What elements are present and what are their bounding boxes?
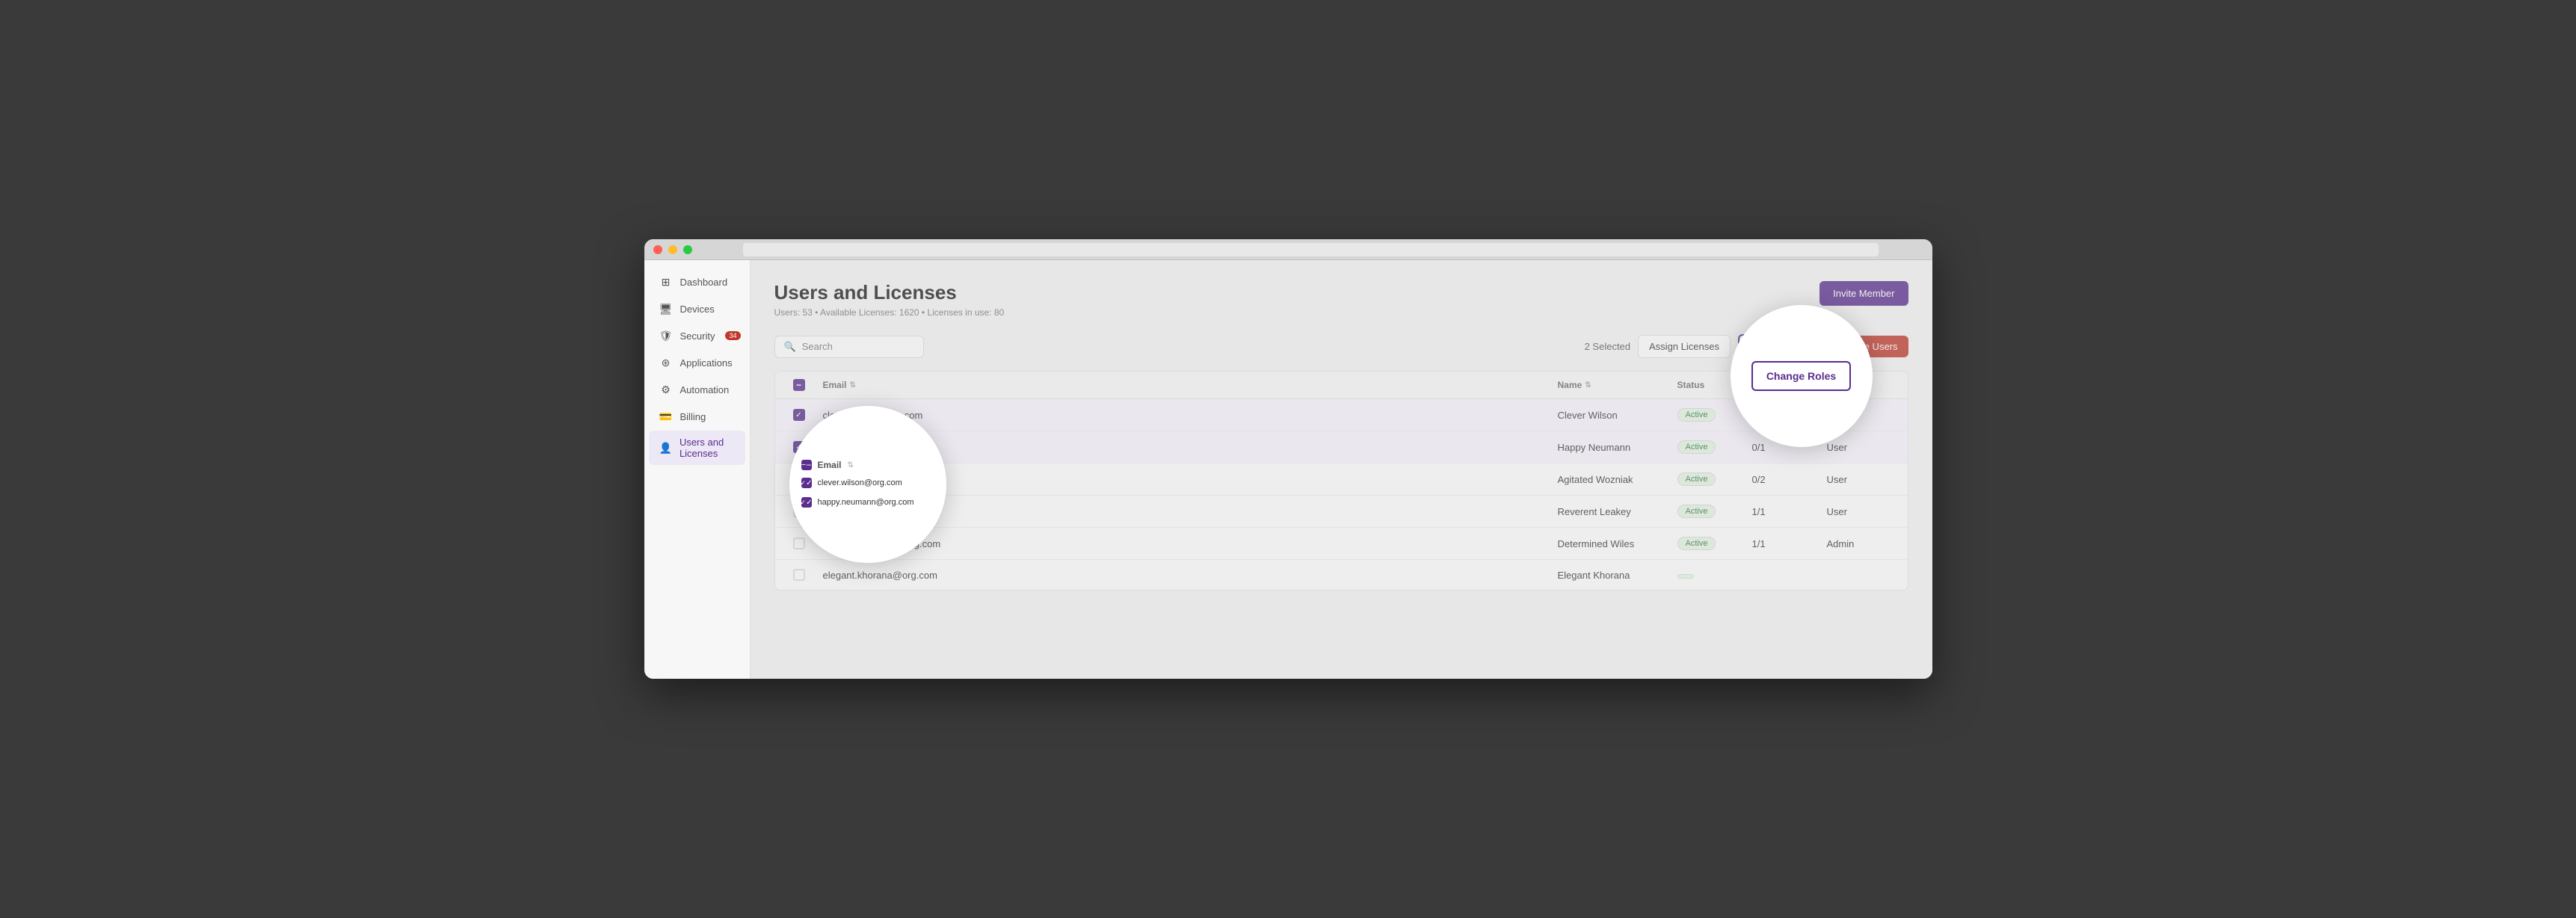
status-badge: Active bbox=[1677, 472, 1716, 486]
status-badge: Active bbox=[1677, 505, 1716, 518]
td-status: Active bbox=[1671, 496, 1746, 527]
close-button[interactable] bbox=[653, 245, 662, 254]
th-name: Name ⇅ bbox=[1552, 372, 1671, 398]
td-licenses bbox=[1746, 566, 1821, 584]
page-header: Users and Licenses Users: 53 • Available… bbox=[774, 281, 1908, 318]
td-checkbox[interactable] bbox=[787, 400, 817, 430]
spotlight-email-1: clever.wilson@org.com bbox=[818, 478, 902, 487]
select-all-checkbox[interactable] bbox=[793, 379, 805, 391]
td-name: Clever Wilson bbox=[1552, 401, 1671, 430]
td-role: User bbox=[1821, 497, 1896, 526]
sidebar-item-label: Applications bbox=[680, 357, 733, 369]
status-badge: Active bbox=[1677, 408, 1716, 422]
name-sort-icon[interactable]: ⇅ bbox=[1585, 381, 1591, 389]
td-name: Happy Neumann bbox=[1552, 433, 1671, 462]
td-name: Elegant Khorana bbox=[1552, 561, 1671, 590]
spotlight-sort-arrows: ⇅ bbox=[848, 461, 854, 469]
table-row: elegant.khorana@org.com Elegant Khorana bbox=[775, 560, 1908, 590]
sidebar-item-label: Users and Licenses bbox=[680, 437, 735, 459]
page-title: Users and Licenses bbox=[774, 281, 1005, 304]
sidebar-item-label: Security bbox=[680, 330, 715, 342]
selected-count: 2 Selected bbox=[1585, 341, 1630, 352]
sidebar-item-applications[interactable]: ⊛ Applications bbox=[649, 350, 745, 375]
spotlight-left: − Email ⇅ ✓ clever.wilson@org.com ✓ happ… bbox=[789, 406, 946, 563]
table-row: happy.neumann@org.com Happy Neumann Acti… bbox=[775, 431, 1908, 463]
td-status bbox=[1671, 561, 1746, 590]
status-badge: Active bbox=[1677, 440, 1716, 454]
td-role: Admin bbox=[1821, 529, 1896, 558]
td-licenses: 0/2 bbox=[1746, 465, 1821, 494]
status-badge: Active bbox=[1677, 537, 1716, 550]
th-email: Email ⇅ bbox=[817, 372, 1552, 398]
page-title-area: Users and Licenses Users: 53 • Available… bbox=[774, 281, 1005, 318]
assign-licenses-button[interactable]: Assign Licenses bbox=[1638, 335, 1731, 358]
app-body: ⊞ Dashboard 🖥 Devices 🛡 Security 34 ⊛ Ap… bbox=[644, 260, 1932, 679]
table-row: determined.wiles@org.com Determined Wile… bbox=[775, 528, 1908, 560]
td-licenses: 1/1 bbox=[1746, 497, 1821, 526]
search-input[interactable] bbox=[802, 341, 914, 352]
maximize-button[interactable] bbox=[683, 245, 692, 254]
spotlight-right: Change Roles bbox=[1731, 305, 1873, 447]
td-status: Active bbox=[1671, 399, 1746, 431]
sidebar-item-label: Billing bbox=[680, 411, 706, 422]
row-checkbox[interactable] bbox=[793, 569, 805, 581]
invite-member-button[interactable]: Invite Member bbox=[1819, 281, 1908, 306]
spotlight-indeterminate-checkbox[interactable]: − bbox=[801, 460, 812, 470]
sidebar-item-automation[interactable]: ⚙ Automation bbox=[649, 377, 745, 402]
sidebar-item-dashboard[interactable]: ⊞ Dashboard bbox=[649, 269, 745, 295]
spotlight-email-2: happy.neumann@org.com bbox=[818, 498, 914, 507]
row-checkbox[interactable] bbox=[793, 537, 805, 549]
sidebar-item-security[interactable]: 🛡 Security 34 bbox=[649, 323, 745, 348]
sidebar-item-label: Automation bbox=[680, 384, 730, 395]
minimize-button[interactable] bbox=[668, 245, 677, 254]
status-badge bbox=[1677, 574, 1694, 579]
search-icon: 🔍 bbox=[784, 341, 796, 353]
sidebar-item-label: Devices bbox=[680, 304, 715, 315]
td-role: User bbox=[1821, 465, 1896, 494]
td-email: clever.wilson@org.com bbox=[817, 401, 1552, 430]
td-checkbox[interactable] bbox=[787, 560, 817, 590]
page-subtitle: Users: 53 • Available Licenses: 1620 • L… bbox=[774, 307, 1005, 318]
spotlight-email-label: Email bbox=[818, 460, 842, 470]
email-sort-icon[interactable]: ⇅ bbox=[850, 381, 856, 389]
titlebar bbox=[644, 239, 1932, 260]
td-name: Agitated Wozniak bbox=[1552, 465, 1671, 494]
td-role bbox=[1821, 566, 1896, 584]
sidebar-item-users[interactable]: 👤 Users and Licenses bbox=[649, 431, 745, 465]
td-name: Reverent Leakey bbox=[1552, 497, 1671, 526]
dashboard-icon: ⊞ bbox=[659, 275, 673, 289]
td-status: Active bbox=[1671, 431, 1746, 463]
app-window: ⊞ Dashboard 🖥 Devices 🛡 Security 34 ⊛ Ap… bbox=[644, 239, 1932, 679]
users-icon: 👤 bbox=[659, 441, 672, 455]
row-checkbox[interactable] bbox=[793, 409, 805, 421]
td-email: elegant.khorana@org.com bbox=[817, 561, 1552, 590]
applications-icon: ⊛ bbox=[659, 356, 673, 369]
devices-icon: 🖥 bbox=[659, 302, 673, 315]
td-name: Determined Wiles bbox=[1552, 529, 1671, 558]
th-status-label: Status bbox=[1677, 380, 1705, 390]
th-name-label: Name bbox=[1558, 380, 1583, 390]
security-badge: 34 bbox=[725, 331, 740, 340]
security-icon: 🛡 bbox=[659, 329, 673, 342]
spotlight-row2-checkbox[interactable]: ✓ bbox=[801, 497, 812, 508]
td-status: Active bbox=[1671, 463, 1746, 495]
spotlight-change-roles-button[interactable]: Change Roles bbox=[1751, 361, 1851, 391]
sidebar: ⊞ Dashboard 🖥 Devices 🛡 Security 34 ⊛ Ap… bbox=[644, 260, 751, 679]
sidebar-item-devices[interactable]: 🖥 Devices bbox=[649, 296, 745, 321]
url-bar[interactable] bbox=[743, 243, 1879, 256]
td-status: Active bbox=[1671, 528, 1746, 559]
automation-icon: ⚙ bbox=[659, 383, 673, 396]
main-content: Users and Licenses Users: 53 • Available… bbox=[751, 260, 1932, 679]
th-checkbox bbox=[787, 372, 817, 398]
sidebar-item-label: Dashboard bbox=[680, 277, 728, 288]
search-box[interactable]: 🔍 bbox=[774, 336, 924, 358]
td-licenses: 1/1 bbox=[1746, 529, 1821, 558]
sidebar-item-billing[interactable]: 💳 Billing bbox=[649, 404, 745, 429]
spotlight-row1-checkbox[interactable]: ✓ bbox=[801, 478, 812, 488]
th-email-label: Email bbox=[823, 380, 847, 390]
billing-icon: 💳 bbox=[659, 410, 673, 423]
